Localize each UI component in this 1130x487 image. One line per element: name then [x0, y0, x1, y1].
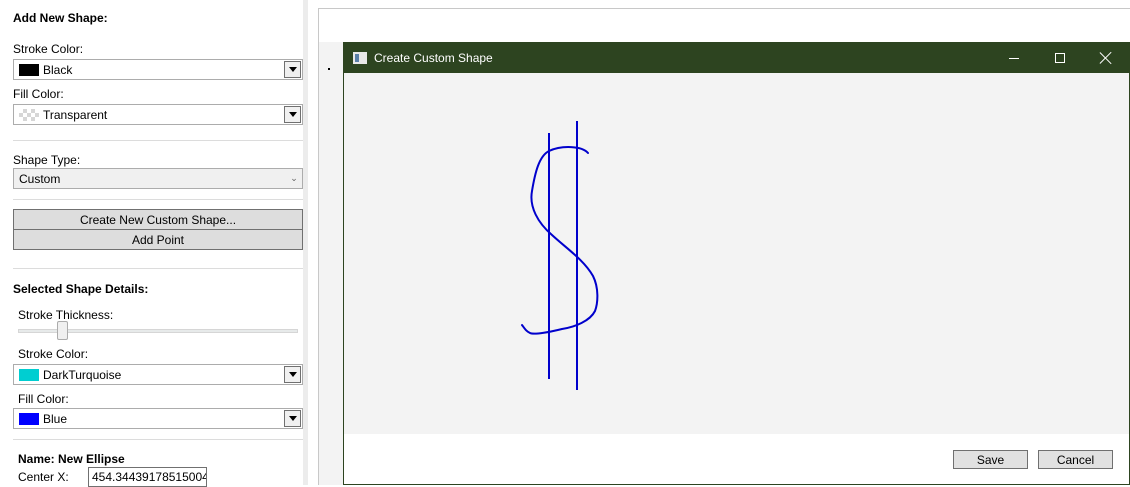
- minimize-button[interactable]: [991, 43, 1037, 73]
- selected-shape-details-title: Selected Shape Details:: [13, 282, 149, 296]
- close-button[interactable]: [1083, 43, 1129, 73]
- dialog-titlebar[interactable]: Create Custom Shape: [344, 43, 1129, 73]
- stroke-color-label: Stroke Color:: [13, 42, 84, 56]
- stroke-color-value: Black: [43, 62, 73, 77]
- left-panel: Add New Shape: Stroke Color: Black Fill …: [0, 0, 308, 487]
- maximize-button[interactable]: [1037, 43, 1083, 73]
- selected-fill-color-label: Fill Color:: [18, 392, 69, 406]
- shape-type-label: Shape Type:: [13, 153, 81, 167]
- chevron-down-icon[interactable]: ⌄: [286, 173, 302, 184]
- chevron-down-icon[interactable]: [284, 366, 301, 383]
- dialog-title: Create Custom Shape: [374, 51, 493, 65]
- chevron-down-icon[interactable]: [284, 106, 301, 123]
- close-icon: [1100, 52, 1112, 64]
- divider: [13, 439, 303, 440]
- center-x-input[interactable]: 454.34439178515004: [88, 467, 207, 487]
- add-new-shape-title: Add New Shape:: [13, 11, 108, 25]
- stroke-color-combo[interactable]: Black: [13, 59, 303, 80]
- create-custom-shape-button[interactable]: Create New Custom Shape...: [13, 209, 303, 230]
- create-custom-shape-dialog: Create Custom Shape Save Cancel: [343, 42, 1130, 485]
- fill-color-combo[interactable]: Transparent: [13, 104, 303, 125]
- selected-stroke-color-value: DarkTurquoise: [43, 367, 122, 382]
- fill-color-value: Transparent: [43, 107, 108, 122]
- dollar-s-stroke: [521, 146, 599, 335]
- canvas-point: [328, 68, 330, 70]
- selected-stroke-color-label: Stroke Color:: [18, 347, 89, 361]
- panel-divider: [303, 0, 308, 485]
- divider: [13, 268, 303, 269]
- minimize-icon: [1009, 57, 1019, 59]
- shape-name-label: Name: New Ellipse: [18, 452, 125, 466]
- selected-fill-color-combo[interactable]: Blue: [13, 408, 303, 429]
- save-button[interactable]: Save: [953, 450, 1028, 469]
- selected-fill-color-value: Blue: [43, 411, 68, 426]
- center-x-label: Center X:: [18, 470, 69, 484]
- custom-shape-draw-surface[interactable]: [344, 73, 1129, 434]
- slider-thumb[interactable]: [57, 321, 68, 340]
- add-point-button[interactable]: Add Point: [13, 229, 303, 250]
- selected-stroke-color-combo[interactable]: DarkTurquoise: [13, 364, 303, 385]
- cancel-button[interactable]: Cancel: [1038, 450, 1113, 469]
- divider: [13, 140, 303, 141]
- chevron-down-icon[interactable]: [284, 410, 301, 427]
- shape-type-combo[interactable]: Custom ⌄: [13, 168, 303, 189]
- chevron-down-icon[interactable]: [284, 61, 301, 78]
- fill-color-label: Fill Color:: [13, 87, 64, 101]
- maximize-icon: [1055, 53, 1065, 63]
- blue-swatch: [19, 412, 39, 425]
- divider: [13, 199, 303, 200]
- stroke-color-swatch: [19, 63, 39, 76]
- window-app-icon: [353, 52, 367, 64]
- freehand-drawing: [521, 121, 599, 390]
- transparent-swatch-icon: [19, 108, 39, 121]
- stroke-thickness-label: Stroke Thickness:: [18, 308, 114, 322]
- shape-type-value: Custom: [19, 171, 61, 186]
- darkturquoise-swatch: [19, 368, 39, 381]
